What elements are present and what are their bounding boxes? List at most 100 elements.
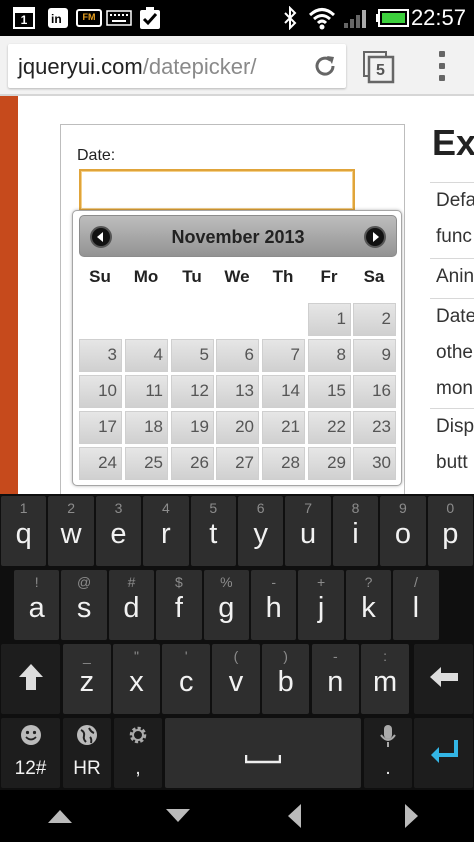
shift-key[interactable] — [1, 644, 60, 714]
key-j[interactable]: + j — [298, 570, 344, 640]
key-hint: : — [383, 648, 387, 664]
key-hint: _ — [82, 648, 91, 664]
key-label: u — [300, 518, 317, 550]
calendar-day[interactable]: 24 — [79, 447, 122, 480]
key-y[interactable]: 6y — [238, 496, 284, 566]
calendar-day[interactable]: 1 — [308, 303, 351, 336]
calendar-day[interactable]: 2 — [353, 303, 396, 336]
calendar-day[interactable]: 25 — [125, 447, 168, 480]
calendar-day[interactable]: 29 — [308, 447, 351, 480]
tabs-button[interactable]: 5 — [362, 50, 396, 84]
key-label: r — [161, 518, 171, 550]
calendar-day[interactable]: 7 — [262, 339, 305, 372]
example-link[interactable]: Date othe mon — [430, 298, 474, 408]
linkedin-icon: in — [46, 5, 70, 31]
key-s[interactable]: @ s — [61, 570, 107, 640]
symbols-key[interactable]: 12# — [1, 718, 60, 788]
key-p[interactable]: 0p — [427, 496, 473, 566]
example-link[interactable]: Defa func — [430, 182, 474, 258]
key-a[interactable]: ! a — [14, 570, 60, 640]
key-r[interactable]: 4r — [143, 496, 189, 566]
enter-key[interactable] — [414, 718, 473, 788]
example-link[interactable]: Disp butt — [430, 408, 474, 484]
calendar-day[interactable]: 21 — [262, 411, 305, 444]
key-e[interactable]: 3e — [95, 496, 142, 566]
shift-arrow-icon — [1, 662, 60, 692]
key-n[interactable]: -n — [311, 644, 360, 714]
calendar-day[interactable]: 10 — [79, 375, 122, 408]
calendar-day[interactable]: 28 — [262, 447, 305, 480]
calendar-day[interactable]: 16 — [353, 375, 396, 408]
key-hint: 8 — [351, 500, 360, 516]
example-link-text: Date — [436, 306, 474, 327]
calendar-day[interactable]: 19 — [171, 411, 214, 444]
key-t[interactable]: 5t — [190, 496, 236, 566]
comma-key[interactable]: , — [114, 718, 162, 788]
calendar-day[interactable]: 17 — [79, 411, 122, 444]
space-key[interactable] — [165, 718, 361, 788]
key-u[interactable]: 7u — [285, 496, 331, 566]
key-l[interactable]: / l — [393, 570, 439, 640]
nav-left-icon[interactable] — [274, 800, 314, 832]
calendar-day[interactable]: 4 — [125, 339, 168, 372]
key-f[interactable]: $ f — [156, 570, 202, 640]
svg-text:in: in — [51, 12, 62, 26]
key-label: i — [352, 518, 359, 550]
nav-down-icon[interactable] — [158, 800, 198, 832]
calendar-day[interactable]: 12 — [171, 375, 214, 408]
key-z[interactable]: _ z — [63, 644, 111, 714]
example-link[interactable]: Anin — [430, 258, 474, 298]
example-link-text: Defa — [436, 190, 474, 211]
language-key[interactable]: HR — [63, 718, 111, 788]
key-label: HR — [73, 758, 101, 779]
key-o[interactable]: 9o — [380, 496, 426, 566]
key-v[interactable]: (v — [212, 644, 260, 714]
next-month-button[interactable] — [364, 226, 386, 248]
key-label: s — [76, 592, 92, 624]
address-bar[interactable]: jqueryui.com/datepicker/ — [8, 44, 346, 88]
calendar-day[interactable]: 20 — [216, 411, 259, 444]
key-w[interactable]: 2w — [48, 496, 94, 566]
calendar-day[interactable]: 11 — [125, 375, 168, 408]
key-label: 12# — [14, 758, 47, 779]
calendar-day[interactable]: 14 — [262, 375, 305, 408]
backspace-key[interactable] — [414, 644, 473, 714]
calendar-day[interactable]: 18 — [125, 411, 168, 444]
calendar-day[interactable]: 8 — [308, 339, 351, 372]
key-i[interactable]: 8i — [332, 496, 379, 566]
calendar-day[interactable]: 22 — [308, 411, 351, 444]
nav-up-icon[interactable] — [40, 800, 80, 832]
calendar-day[interactable]: 30 — [353, 447, 396, 480]
calendar-day[interactable]: 15 — [308, 375, 351, 408]
date-label: Date: — [77, 147, 116, 164]
calendar-day[interactable]: 13 — [216, 375, 259, 408]
nav-right-icon[interactable] — [392, 800, 432, 832]
key-k[interactable]: ? k — [345, 570, 392, 640]
key-m[interactable]: :m — [361, 644, 409, 714]
key-label: a — [28, 592, 45, 624]
calendar-day[interactable]: 9 — [353, 339, 396, 372]
key-hint: 9 — [398, 500, 407, 516]
key-c[interactable]: ' c — [162, 644, 211, 714]
period-key[interactable]: . — [364, 718, 412, 788]
key-label: y — [253, 518, 268, 550]
calendar-day[interactable]: 23 — [353, 411, 396, 444]
reload-icon[interactable] — [310, 51, 340, 81]
space-bar-icon — [165, 754, 361, 764]
microphone-icon — [364, 724, 412, 750]
calendar-day[interactable]: 27 — [216, 447, 259, 480]
key-b[interactable]: ) b — [261, 644, 310, 714]
overflow-menu-icon[interactable] — [428, 48, 456, 84]
key-q[interactable]: 1q — [1, 496, 47, 566]
calendar-day[interactable]: 6 — [216, 339, 259, 372]
key-g[interactable]: % g — [203, 570, 249, 640]
calendar-day[interactable]: 26 — [171, 447, 214, 480]
date-input[interactable] — [79, 169, 355, 211]
key-h[interactable]: -h — [251, 570, 297, 640]
key-d[interactable]: # d — [108, 570, 155, 640]
calendar-day[interactable]: 3 — [79, 339, 122, 372]
bluetooth-icon — [280, 5, 300, 31]
key-x[interactable]: " x — [112, 644, 161, 714]
calendar-day[interactable]: 5 — [171, 339, 214, 372]
key-hint: ( — [233, 648, 239, 664]
